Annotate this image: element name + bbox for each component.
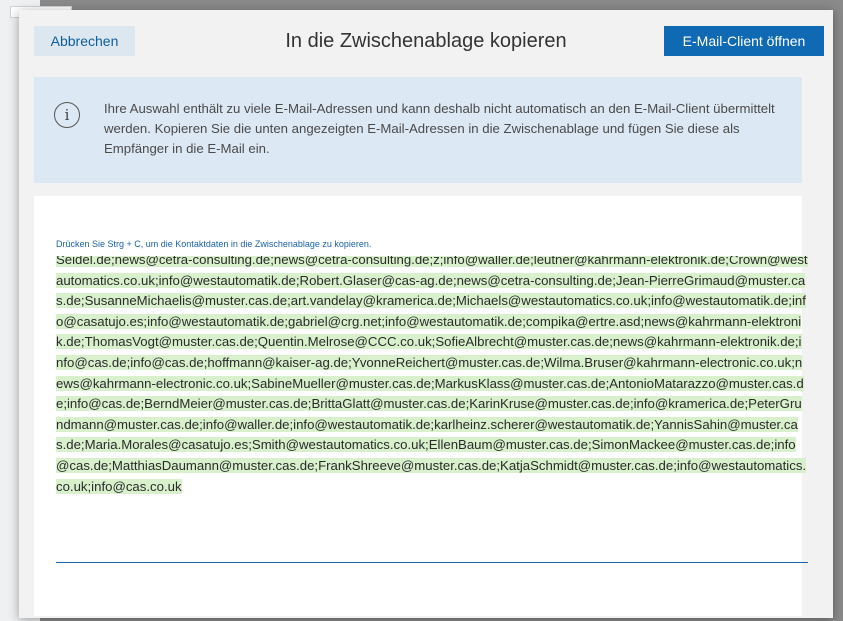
info-message: Ihre Auswahl enthält zu viele E-Mail-Adr… <box>104 101 775 156</box>
copy-hint: Drücken Sie Strg + C, um die Kontaktdate… <box>56 239 372 249</box>
cancel-button[interactable]: Abbrechen <box>34 26 135 56</box>
info-icon: i <box>54 102 80 128</box>
info-banner: i Ihre Auswahl enthält zu viele E-Mail-A… <box>34 77 802 183</box>
email-addresses-text[interactable]: Seidel.de;news@cetra-consulting.de;news@… <box>56 256 808 497</box>
open-email-client-button[interactable]: E-Mail-Client öffnen <box>664 26 824 56</box>
dialog-title: In die Zwischenablage kopieren <box>285 30 567 52</box>
copy-to-clipboard-dialog: Abbrechen In die Zwischenablage kopieren… <box>19 10 833 618</box>
selected-email-text: Seidel.de;news@cetra-consulting.de;news@… <box>56 256 808 494</box>
copy-panel: Drücken Sie Strg + C, um die Kontaktdate… <box>34 196 808 616</box>
dialog-header: Abbrechen In die Zwischenablage kopieren… <box>19 10 833 64</box>
email-addresses-textarea[interactable]: Seidel.de;news@cetra-consulting.de;news@… <box>56 256 808 563</box>
